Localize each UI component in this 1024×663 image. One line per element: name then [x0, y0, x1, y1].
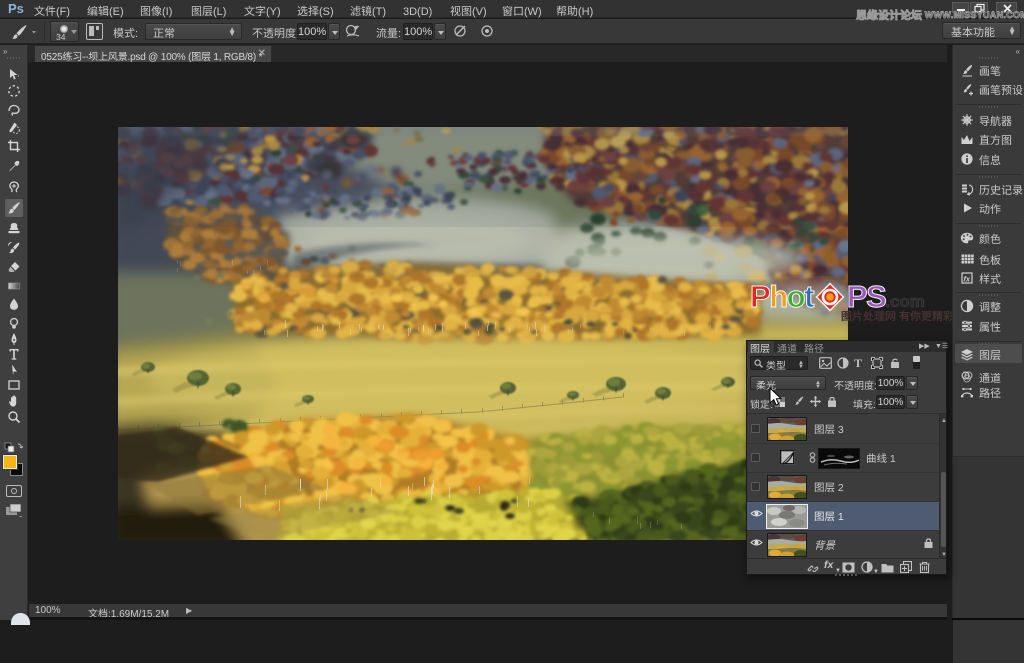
svg-text:fx: fx — [963, 275, 970, 284]
